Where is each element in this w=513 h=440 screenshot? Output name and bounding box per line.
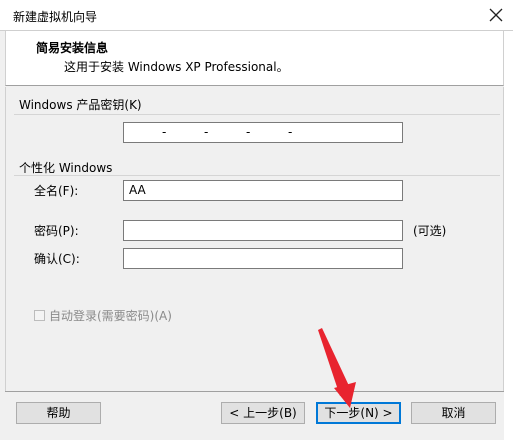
autologin-label: 自动登录(需要密码)(A) <box>49 309 172 323</box>
personalize-separator <box>14 175 500 176</box>
next-button[interactable]: 下一步(N) > <box>316 402 401 424</box>
personalize-group-label: 个性化 Windows <box>19 161 113 175</box>
password-label: 密码(P): <box>34 224 79 238</box>
title-bar: 新建虚拟机向导 <box>0 0 513 31</box>
close-icon <box>489 8 503 22</box>
autologin-option[interactable]: 自动登录(需要密码)(A) <box>34 307 172 324</box>
footer-separator <box>5 391 504 392</box>
confirm-label: 确认(C): <box>34 252 80 266</box>
wizard-content: Windows 产品密钥(K) - - - - 个性化 Windows 全名(F… <box>5 87 504 391</box>
fullname-label: 全名(F): <box>34 184 79 198</box>
password-input[interactable] <box>123 220 403 241</box>
product-key-input[interactable]: - - - - <box>123 122 403 143</box>
product-key-dash-2: - <box>204 125 209 139</box>
product-key-separator <box>14 114 500 115</box>
cancel-button[interactable]: 取消 <box>411 402 496 424</box>
confirm-password-input[interactable] <box>123 248 403 269</box>
background-window-edge <box>504 31 513 440</box>
back-button[interactable]: < 上一步(B) <box>221 402 305 424</box>
autologin-checkbox[interactable] <box>34 310 45 321</box>
fullname-input[interactable]: AA <box>123 180 403 201</box>
header-title: 简易安装信息 <box>36 41 109 55</box>
close-button[interactable] <box>479 0 513 30</box>
help-button[interactable]: 帮助 <box>16 402 101 424</box>
header-subtitle: 这用于安装 Windows XP Professional。 <box>64 60 289 74</box>
product-key-dash-1: - <box>162 125 167 139</box>
optional-note: (可选) <box>413 224 447 238</box>
product-key-group-label: Windows 产品密钥(K) <box>19 98 142 112</box>
product-key-dash-3: - <box>246 125 251 139</box>
window-title: 新建虚拟机向导 <box>13 10 98 24</box>
product-key-dash-4: - <box>288 125 293 139</box>
wizard-header: 简易安装信息 这用于安装 Windows XP Professional。 <box>5 31 504 86</box>
